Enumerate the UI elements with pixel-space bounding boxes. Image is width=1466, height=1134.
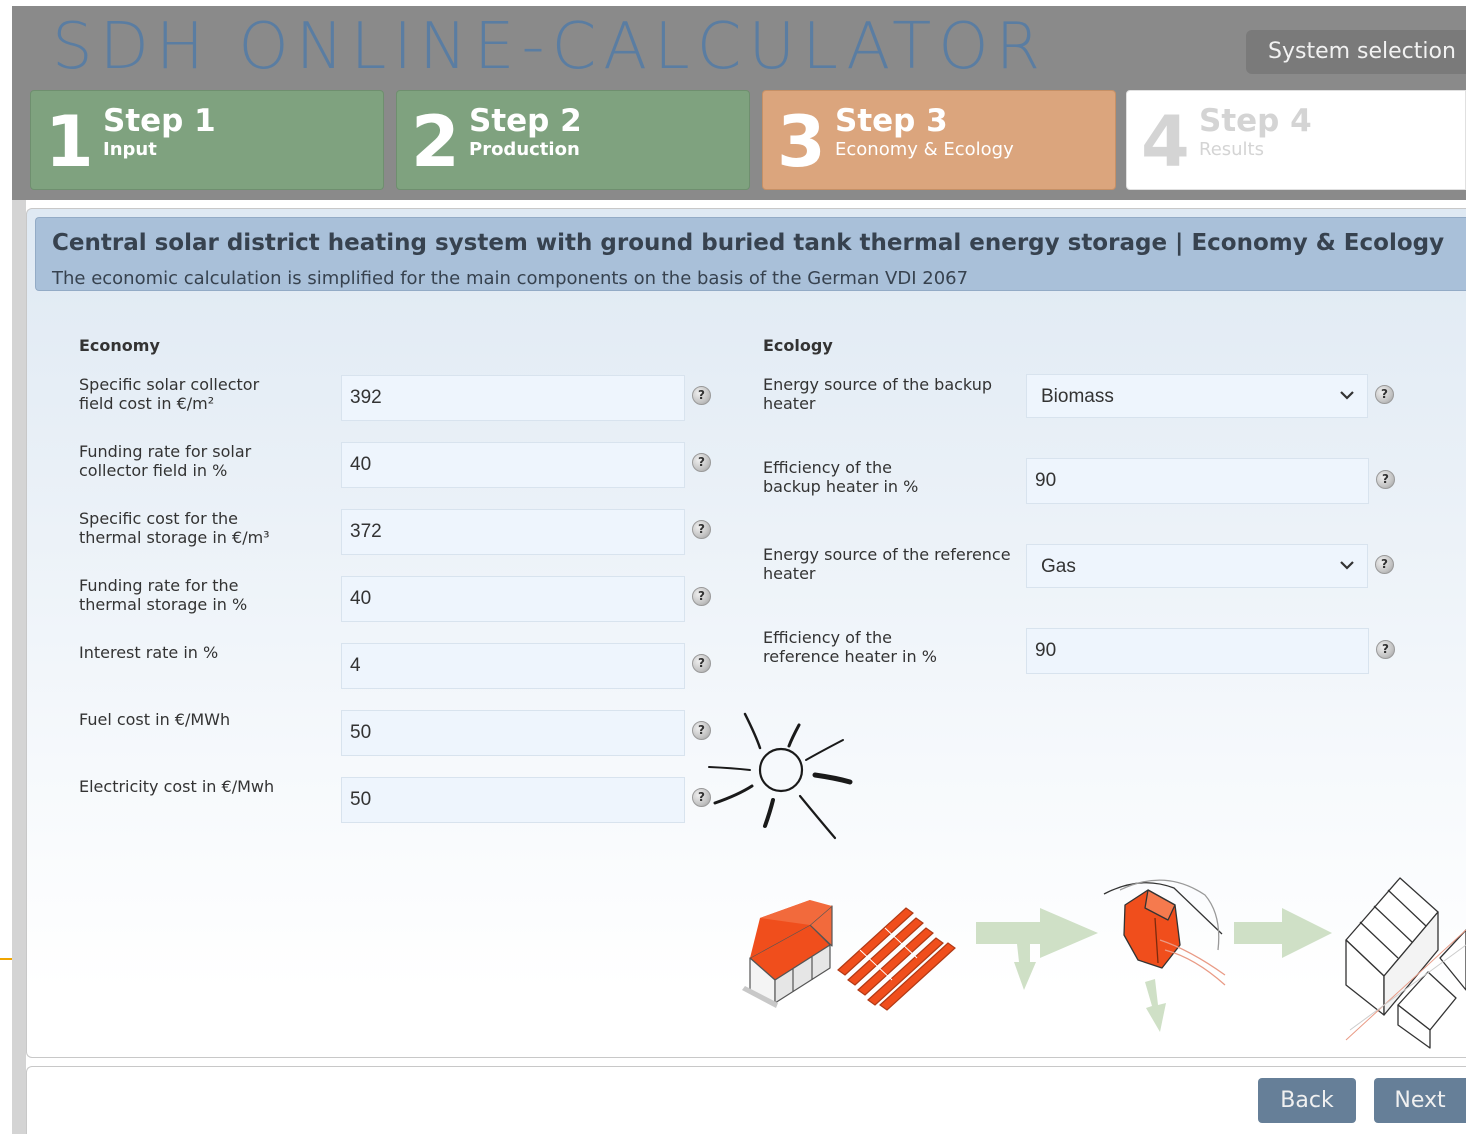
step-tab-2[interactable]: 2 Step 2 Production xyxy=(396,90,750,190)
collector-funding-rate-label: Funding rate for solar collector field i… xyxy=(79,442,252,480)
panel-title: Central solar district heating system wi… xyxy=(52,230,1445,256)
reference-energy-source-label: Energy source of the reference heater xyxy=(763,545,1011,583)
ecology-heading: Ecology xyxy=(763,336,833,355)
backup-efficiency-input[interactable] xyxy=(1026,458,1369,504)
help-icon[interactable]: ? xyxy=(692,453,711,472)
help-icon[interactable]: ? xyxy=(1376,470,1395,489)
footer-bar xyxy=(26,1066,1466,1134)
step-subtitle: Input xyxy=(103,139,157,160)
orange-accent-line xyxy=(0,958,12,960)
collector-funding-rate-input[interactable] xyxy=(341,442,685,488)
electricity-cost-input[interactable] xyxy=(341,777,685,823)
help-icon[interactable]: ? xyxy=(692,386,711,405)
storage-funding-rate-input[interactable] xyxy=(341,576,685,622)
help-icon[interactable]: ? xyxy=(692,654,711,673)
step-title: Step 1 xyxy=(103,103,216,139)
panel-subtitle: The economic calculation is simplified f… xyxy=(52,268,969,289)
interest-rate-input[interactable] xyxy=(341,643,685,689)
storage-cost-label: Specific cost for the thermal storage in… xyxy=(79,509,270,547)
step-title: Step 4 xyxy=(1199,103,1312,139)
help-icon[interactable]: ? xyxy=(692,587,711,606)
step-number: 2 xyxy=(411,101,460,183)
fuel-cost-input[interactable] xyxy=(341,710,685,756)
backup-efficiency-label: Efficiency of the backup heater in % xyxy=(763,458,919,496)
panel-header: Central solar district heating system wi… xyxy=(35,217,1466,291)
step-tab-3[interactable]: 3 Step 3 Economy & Ecology xyxy=(762,90,1116,190)
electricity-cost-label: Electricity cost in €/Mwh xyxy=(79,777,275,796)
system-selection-button[interactable]: System selection xyxy=(1246,30,1466,74)
help-icon[interactable]: ? xyxy=(692,721,711,740)
step-subtitle: Production xyxy=(469,139,580,160)
help-icon[interactable]: ? xyxy=(692,520,711,539)
interest-rate-label: Interest rate in % xyxy=(79,643,219,662)
solar-collector-cost-input[interactable] xyxy=(341,375,685,421)
backup-energy-source-label: Energy source of the backup heater xyxy=(763,375,992,413)
chevron-down-icon xyxy=(1340,561,1354,570)
step-number: 1 xyxy=(45,101,94,183)
app-title: SDH ONLINE-CALCULATOR xyxy=(52,10,1048,84)
reference-efficiency-label: Efficiency of the reference heater in % xyxy=(763,628,937,666)
select-value: Gas xyxy=(1041,556,1076,577)
reference-energy-source-select[interactable]: Gas xyxy=(1026,544,1368,588)
storage-funding-rate-label: Funding rate for the thermal storage in … xyxy=(79,576,248,614)
back-button[interactable]: Back xyxy=(1258,1078,1356,1123)
step-subtitle: Economy & Ecology xyxy=(835,139,1014,160)
help-icon[interactable]: ? xyxy=(692,788,711,807)
fuel-cost-label: Fuel cost in €/MWh xyxy=(79,710,231,729)
step-title: Step 2 xyxy=(469,103,582,139)
step-title: Step 3 xyxy=(835,103,948,139)
backup-energy-source-select[interactable]: Biomass xyxy=(1026,374,1368,418)
left-border-strip xyxy=(12,200,26,1134)
chevron-down-icon xyxy=(1340,391,1354,400)
next-button[interactable]: Next xyxy=(1374,1078,1466,1123)
step-tab-1[interactable]: 1 Step 1 Input xyxy=(30,90,384,190)
help-icon[interactable]: ? xyxy=(1376,640,1395,659)
step-subtitle: Results xyxy=(1199,139,1264,160)
economy-heading: Economy xyxy=(79,336,160,355)
step-number: 3 xyxy=(777,101,826,183)
solar-collector-cost-label: Specific solar collector field cost in €… xyxy=(79,375,260,413)
step-number: 4 xyxy=(1141,101,1190,183)
help-icon[interactable]: ? xyxy=(1375,555,1394,574)
storage-cost-input[interactable] xyxy=(341,509,685,555)
help-icon[interactable]: ? xyxy=(1375,385,1394,404)
select-value: Biomass xyxy=(1041,386,1114,407)
step-tab-4: 4 Step 4 Results xyxy=(1126,90,1466,190)
reference-efficiency-input[interactable] xyxy=(1026,628,1369,674)
